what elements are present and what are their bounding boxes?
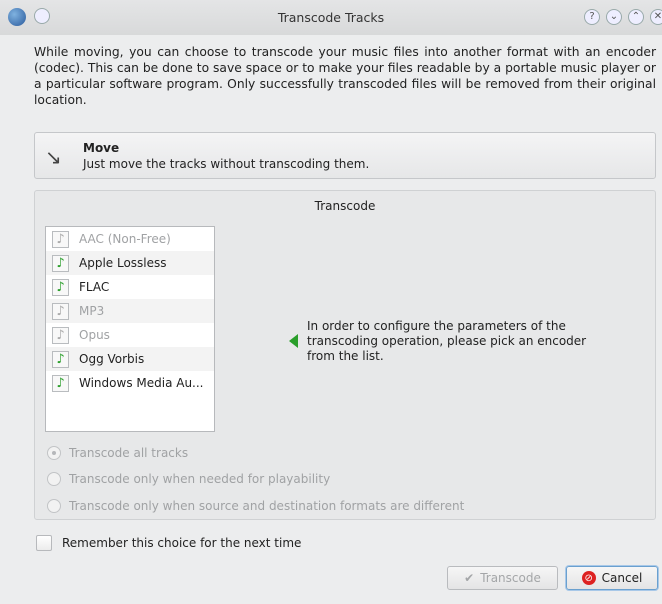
intro-text: While moving, you can choose to transcod… <box>34 45 656 107</box>
encoder-item-wma[interactable]: ♪ Windows Media Au... <box>46 371 214 395</box>
music-note-icon: ♪ <box>52 278 69 296</box>
transcode-button[interactable]: ✔ Transcode <box>447 566 558 590</box>
transcode-group-title: Transcode <box>314 199 376 213</box>
maximize-button[interactable]: ⌃ <box>628 9 644 25</box>
encoder-item-flac[interactable]: ♪ FLAC <box>46 275 214 299</box>
music-note-icon: ♪ <box>52 302 69 320</box>
encoder-list[interactable]: ♪ AAC (Non-Free) ♪ Apple Lossless ♪ FLAC ♪ M… <box>45 226 215 432</box>
radio-icon[interactable] <box>47 446 61 460</box>
transcode-group: Transcode ♪ AAC (Non-Free) ♪ Apple Lossles… <box>34 190 656 520</box>
option-transcode-playability[interactable]: Transcode only when needed for playabili… <box>47 472 330 486</box>
transcode-dialog: Transcode Tracks ? ⌄ ⌃ ✕ While moving, y… <box>0 0 662 604</box>
option-transcode-all[interactable]: Transcode all tracks <box>47 446 188 460</box>
music-note-icon: ♪ <box>52 326 69 344</box>
encoder-item-aac[interactable]: ♪ AAC (Non-Free) <box>46 227 214 251</box>
remember-checkbox[interactable] <box>36 535 52 551</box>
encoder-item-mp3[interactable]: ♪ MP3 <box>46 299 214 323</box>
music-note-icon: ♪ <box>52 254 69 272</box>
move-description: Just move the tracks without transcoding… <box>83 157 370 171</box>
encoder-item-opus[interactable]: ♪ Opus <box>46 323 214 347</box>
info-arrow-icon <box>289 334 298 348</box>
title-bar: Transcode Tracks ? ⌄ ⌃ ✕ <box>0 0 662 35</box>
window-title: Transcode Tracks <box>277 10 385 25</box>
option-transcode-different[interactable]: Transcode only when source and destinati… <box>47 499 464 513</box>
remember-choice[interactable]: Remember this choice for the next time <box>36 535 301 551</box>
music-note-icon: ♪ <box>52 350 69 368</box>
remember-label: Remember this choice for the next time <box>62 536 302 550</box>
encoder-info-text: In order to configure the parameters of … <box>307 319 587 363</box>
cancel-icon: ⊘ <box>581 571 596 585</box>
music-note-icon: ♪ <box>52 374 69 392</box>
move-arrow-icon: ↘ <box>45 145 62 169</box>
close-button[interactable]: ✕ <box>650 9 662 25</box>
help-button[interactable]: ? <box>584 9 600 25</box>
radio-icon[interactable] <box>47 472 61 486</box>
checkmark-icon: ✔ <box>464 571 475 585</box>
move-title: Move <box>83 141 120 155</box>
encoder-item-ogg-vorbis[interactable]: ♪ Ogg Vorbis <box>46 347 214 371</box>
cancel-button[interactable]: ⊘ Cancel <box>566 566 658 590</box>
move-option[interactable]: ↘ Move Just move the tracks without tran… <box>34 132 656 179</box>
radio-icon[interactable] <box>47 499 61 513</box>
music-note-icon: ♪ <box>52 230 69 248</box>
minimize-button[interactable]: ⌄ <box>606 9 622 25</box>
encoder-item-apple-lossless[interactable]: ♪ Apple Lossless <box>46 251 214 275</box>
